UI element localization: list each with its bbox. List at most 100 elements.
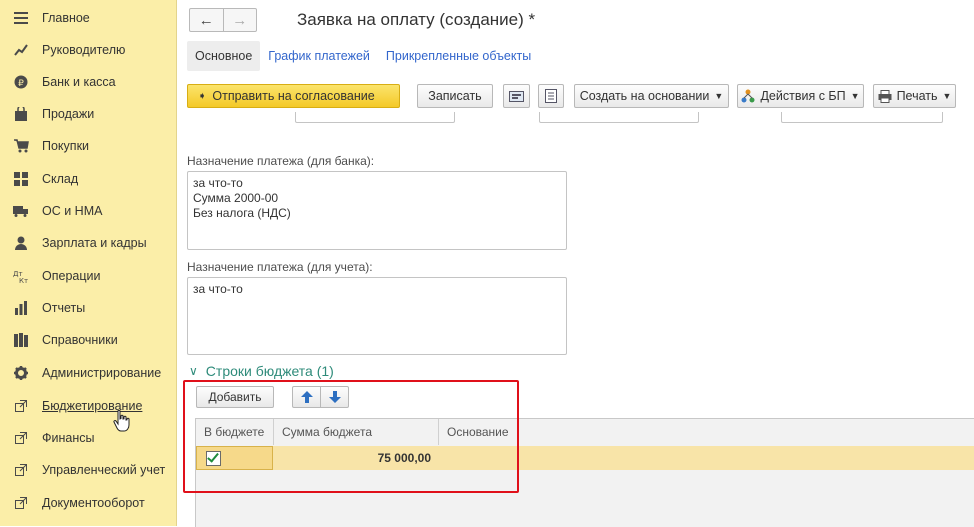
sidebar-item-label: Операции <box>42 269 101 283</box>
in-budget-cell[interactable] <box>196 446 273 470</box>
bar-chart-icon <box>12 299 30 317</box>
sidebar-item-warehouse[interactable]: Склад <box>0 165 176 193</box>
sidebar-item-directories[interactable]: Справочники <box>0 326 176 354</box>
cart-icon <box>12 137 30 155</box>
chevron-down-icon: ∨ <box>189 364 198 378</box>
external-link-icon <box>12 494 30 512</box>
sidebar-item-label: Банк и касса <box>42 75 116 89</box>
tab-attached-objects[interactable]: Прикрепленные объекты <box>378 41 539 71</box>
move-down-button[interactable] <box>320 386 349 408</box>
sidebar-item-reports[interactable]: Отчеты <box>0 294 176 322</box>
external-link-icon <box>12 429 30 447</box>
hand-cursor-icon <box>113 410 130 432</box>
process-icon <box>741 89 755 103</box>
page-title: Заявка на оплату (создание) * <box>297 10 536 29</box>
sidebar-item-finance[interactable]: Финансы <box>0 424 176 452</box>
register-button[interactable] <box>503 84 530 108</box>
send-for-approval-button[interactable]: ➧ Отправить на согласование <box>187 84 400 108</box>
sidebar-item-operations[interactable]: Дт Кт Операции <box>0 262 176 290</box>
sidebar-item-label: Отчеты <box>42 301 86 315</box>
basis-cell[interactable] <box>439 446 974 470</box>
tab-payment-schedule[interactable]: График платежей <box>260 41 378 71</box>
books-icon <box>12 331 30 349</box>
arrow-right-icon: ➧ <box>198 90 207 102</box>
bank-purpose-label: Назначение платежа (для банка): <box>187 154 375 168</box>
sidebar-item-label: Продажи <box>42 107 95 121</box>
move-up-button[interactable] <box>292 386 321 408</box>
accounting-purpose-value: за что-то <box>193 282 243 296</box>
form-tabs: Основное График платежей Прикрепленные о… <box>187 41 539 71</box>
in-budget-checkbox[interactable] <box>206 450 221 466</box>
ruble-coin-icon: ₽ <box>12 73 30 91</box>
print-button[interactable]: Печать ▼ <box>873 84 956 108</box>
sidebar-item-label: Управленческий учет <box>42 463 166 477</box>
sidebar-item-label: Зарплата и кадры <box>42 236 147 250</box>
sidebar-item-main[interactable]: Главное <box>0 4 176 32</box>
chart-up-icon <box>12 41 30 59</box>
sidebar-item-sales[interactable]: Продажи <box>0 100 176 128</box>
warehouse-grid-icon <box>12 170 30 188</box>
arrow-down-icon <box>328 391 341 403</box>
arrow-left-icon: ← <box>198 11 214 29</box>
budget-section-header[interactable]: ∨ Строки бюджета (1) <box>189 363 334 379</box>
sidebar: Главное Руководителю ₽ Банк и касса Прод… <box>0 0 177 526</box>
sidebar-item-budgeting[interactable]: Бюджетирование <box>0 392 176 420</box>
add-row-button[interactable]: Добавить <box>196 386 274 408</box>
clipped-field[interactable] <box>781 112 943 123</box>
column-header-in-budget[interactable]: В бюджете <box>196 419 274 445</box>
truck-icon <box>12 202 30 220</box>
forward-button[interactable]: → <box>222 9 257 31</box>
chevron-down-icon: ▼ <box>714 91 724 101</box>
bp-actions-button[interactable]: Действия с БП ▼ <box>737 84 864 108</box>
sidebar-item-label: Документооборот <box>42 496 145 510</box>
sidebar-item-label: Администрирование <box>42 366 162 380</box>
create-based-on-button[interactable]: Создать на основании ▼ <box>574 84 729 108</box>
sidebar-item-purchases[interactable]: Покупки <box>0 132 176 160</box>
bank-purpose-line: за что-то <box>193 176 243 190</box>
budget-lines-table: В бюджете Сумма бюджета Основание 75 000… <box>195 418 974 527</box>
svg-text:Кт: Кт <box>19 277 28 283</box>
sidebar-item-label: Руководителю <box>42 43 126 57</box>
register-icon <box>509 90 524 102</box>
bank-purpose-textarea[interactable]: за что-то Сумма 2000-00 Без налога (НДС) <box>187 171 567 250</box>
document-list-icon <box>545 89 557 103</box>
save-button[interactable]: Записать <box>417 84 493 108</box>
sidebar-item-document-flow[interactable]: Документооборот <box>0 489 176 517</box>
column-header-budget-amount[interactable]: Сумма бюджета <box>274 419 439 445</box>
report-button[interactable] <box>538 84 564 108</box>
sidebar-item-label: Справочники <box>42 333 118 347</box>
sidebar-item-manager[interactable]: Руководителю <box>0 36 176 64</box>
navigation-buttons: ← → <box>189 8 257 32</box>
arrow-up-icon <box>300 391 313 403</box>
arrow-right-icon: → <box>232 11 248 29</box>
sidebar-item-salary[interactable]: Зарплата и кадры <box>0 229 176 257</box>
sidebar-item-label: Главное <box>42 11 90 25</box>
column-header-basis[interactable]: Основание <box>439 419 974 445</box>
person-icon <box>12 234 30 252</box>
gear-icon <box>12 364 30 382</box>
chevron-down-icon: ▼ <box>942 91 952 101</box>
sidebar-item-label: ОС и НМА <box>42 204 103 218</box>
tab-main[interactable]: Основное <box>187 41 261 71</box>
dt-kt-icon: Дт Кт <box>12 267 30 285</box>
main-panel: ← → Заявка на оплату (создание) * Основн… <box>177 0 974 527</box>
menu-icon <box>12 9 30 27</box>
sidebar-item-administration[interactable]: Администрирование <box>0 359 176 387</box>
back-button[interactable]: ← <box>190 9 223 31</box>
accounting-purpose-textarea[interactable]: за что-то <box>187 277 567 355</box>
external-link-icon <box>12 461 30 479</box>
sidebar-item-fixed-assets[interactable]: ОС и НМА <box>0 197 176 225</box>
sidebar-item-management-accounting[interactable]: Управленческий учет <box>0 456 176 484</box>
printer-icon <box>878 89 892 103</box>
scrolled-fields-row <box>295 112 974 124</box>
accounting-purpose-label: Назначение платежа (для учета): <box>187 260 373 274</box>
clipped-field[interactable] <box>295 112 455 123</box>
sidebar-item-bank[interactable]: ₽ Банк и касса <box>0 68 176 96</box>
budget-section-title: Строки бюджета (1) <box>205 363 334 379</box>
budget-amount-cell[interactable]: 75 000,00 <box>274 446 439 470</box>
bank-purpose-line: Без налога (НДС) <box>193 206 291 220</box>
table-row[interactable]: 75 000,00 <box>196 446 974 470</box>
sidebar-item-label: Склад <box>42 172 79 186</box>
shopping-bag-icon <box>12 105 30 123</box>
clipped-field[interactable] <box>539 112 699 123</box>
